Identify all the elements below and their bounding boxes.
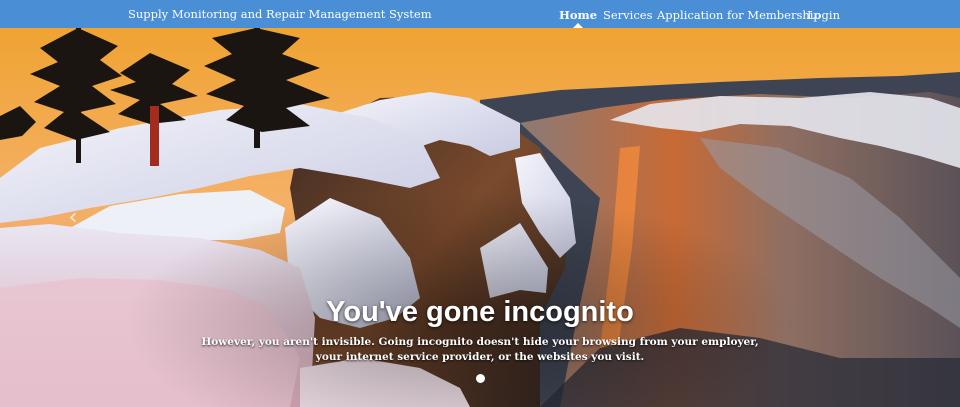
- nav-link-services[interactable]: Services: [603, 8, 653, 22]
- slide-caption: You've gone incognito However, you aren'…: [190, 294, 770, 365]
- top-navbar: Supply Monitoring and Repair Management …: [0, 0, 960, 28]
- carousel-prev-control[interactable]: ‹: [58, 198, 88, 238]
- active-caret-icon: [573, 23, 584, 28]
- carousel-indicators: [476, 374, 485, 383]
- brand-link[interactable]: Supply Monitoring and Repair Management …: [128, 0, 432, 28]
- slide-text: However, you aren't invisible. Going inc…: [201, 336, 759, 363]
- nav-link-membership[interactable]: Application for Membership: [657, 8, 821, 22]
- chevron-left-icon: ‹: [68, 205, 78, 230]
- hero-carousel: ‹ You've gone incognito However, you are…: [0, 28, 960, 407]
- nav-item-login[interactable]: Login: [807, 0, 840, 28]
- carousel-indicator-dot[interactable]: [476, 374, 485, 383]
- nav-link-home[interactable]: Home: [559, 8, 597, 22]
- nav-link-login[interactable]: Login: [807, 8, 840, 22]
- nav-item-services[interactable]: Services: [603, 0, 653, 28]
- nav-item-membership[interactable]: Application for Membership: [657, 0, 821, 28]
- slide-title: You've gone incognito: [326, 296, 634, 328]
- nav-item-home[interactable]: Home: [559, 0, 597, 28]
